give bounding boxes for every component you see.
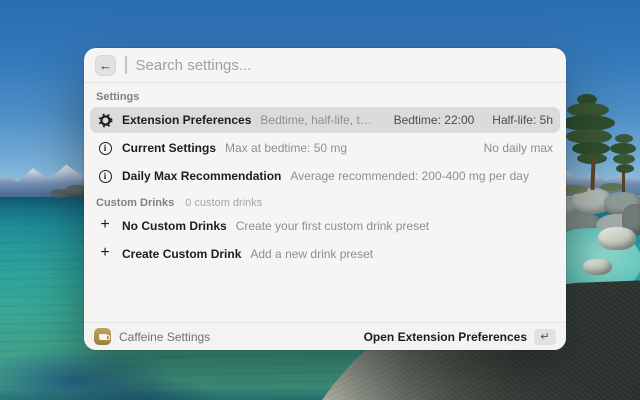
caffeine-cup-icon [94,328,111,345]
list-item-current-settings[interactable]: i Current Settings Max at bedtime: 50 mg… [90,135,560,161]
raycast-settings-window: ← Search settings... Settings Extension … [84,48,566,350]
item-subtitle: Average recommended: 200-400 mg per day [290,169,529,183]
app-name-label: Caffeine Settings [119,330,210,344]
small-pine-tree [616,164,634,173]
small-pine-tree-trunk [622,168,625,192]
primary-action-label[interactable]: Open Extension Preferences [364,330,527,344]
item-title: Daily Max Recommendation [122,169,281,183]
item-icon: i [97,170,113,183]
item-subtitle: Add a new drink preset [250,247,373,261]
arrow-left-icon: ← [99,58,112,73]
search-input[interactable]: Search settings... [136,57,252,74]
list-item-daily-max-recommendation[interactable]: i Daily Max Recommendation Average recom… [90,163,560,189]
return-key-icon: ↵ [534,329,556,345]
text-cursor [125,56,127,74]
list-item-create-custom-drink[interactable]: + Create Custom Drink Add a new drink pr… [90,241,560,267]
item-icon [97,113,113,128]
item-accessories: Bedtime: 22:00 Half-life: 5h [394,113,553,127]
small-pine-tree [615,134,633,143]
item-accessory: Half-life: 5h [492,113,553,127]
section-header: Custom Drinks 0 custom drinks [96,197,554,209]
primary-action[interactable]: Open Extension Preferences ↵ [364,329,556,345]
item-icon: + [97,247,113,261]
search-bar[interactable]: ← Search settings... [84,48,566,82]
white-boulder [583,259,612,275]
shore-grass [600,183,624,191]
plus-icon: + [100,217,109,233]
section-meta: 0 custom drinks [185,197,262,209]
list-item-no-custom-drinks[interactable]: + No Custom Drinks Create your first cus… [90,213,560,239]
footer-bar: Caffeine Settings Open Extension Prefere… [84,322,566,350]
list-item-extension-preferences[interactable]: Extension Preferences Bedtime, half-life… [90,107,560,133]
list-section: Custom Drinks 0 custom drinks + No Custo… [90,197,560,267]
back-button[interactable]: ← [95,55,116,76]
section-title: Settings [96,91,139,103]
section-title: Custom Drinks [96,197,174,209]
plus-icon: + [100,245,109,261]
small-pine-tree [610,143,636,154]
list-section: Settings Extension Preferences Bedtime, … [90,91,560,189]
item-title: Create Custom Drink [122,247,241,261]
item-accessories: No daily max [484,141,553,155]
results-list: Settings Extension Preferences Bedtime, … [84,91,566,267]
item-title: Extension Preferences [122,113,251,127]
item-accessory: No daily max [484,141,553,155]
water-shadow-band [0,388,340,400]
small-pine-tree [613,154,635,164]
item-title: Current Settings [122,141,216,155]
search-divider [84,82,566,83]
info-icon: i [99,142,112,155]
item-subtitle: Create your first custom drink preset [236,219,429,233]
gear-icon [98,113,113,128]
white-boulder [598,227,636,250]
item-icon: i [97,142,113,155]
info-icon: i [99,170,112,183]
desktop: ← Search settings... Settings Extension … [0,0,640,400]
coffee-cup-glyph [99,334,107,340]
section-header: Settings [96,91,554,103]
item-subtitle: Bedtime, half-life, thresholds [260,113,375,127]
item-title: No Custom Drinks [122,219,227,233]
item-icon: + [97,219,113,233]
item-subtitle: Max at bedtime: 50 mg [225,141,347,155]
item-accessory: Bedtime: 22:00 [394,113,475,127]
